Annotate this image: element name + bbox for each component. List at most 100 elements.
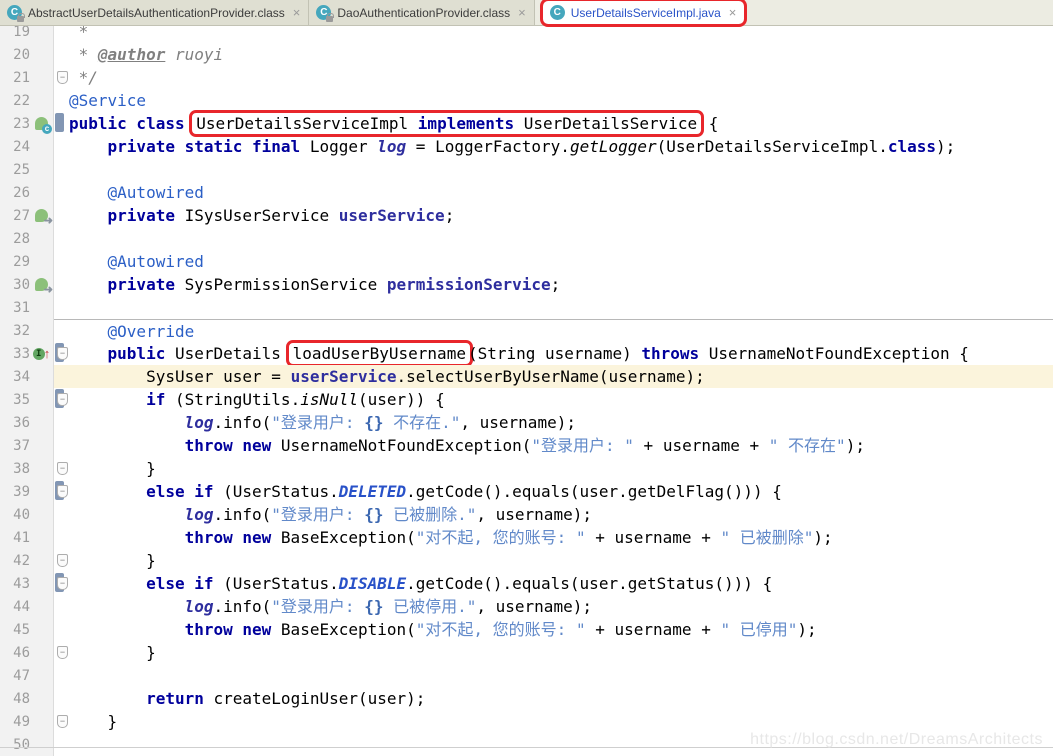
code-line-23[interactable]: 23 c public class UserDetailsServiceImpl i… (0, 110, 1053, 137)
tab-label: DaoAuthenticationProvider.class (337, 5, 511, 20)
code-editor[interactable]: 19 * 20 * @author ruoyi 21 − */22 @Service 23… (0, 26, 1053, 756)
line-number: 37 (13, 437, 30, 454)
code-text[interactable]: log.info("登录用户: {} 已被删除.", username); (69, 503, 1053, 526)
code-line-21[interactable]: 21 − */ (0, 66, 1053, 89)
fold-marker-icon[interactable]: − (57, 554, 68, 567)
code-line-48[interactable]: 48 return createLoginUser(user); (0, 687, 1053, 710)
fold-marker-icon[interactable]: − (57, 71, 68, 84)
fold-marker-icon[interactable]: − (57, 485, 68, 498)
line-number: 28 (13, 230, 30, 247)
code-line-33[interactable]: 33 I ↑ − public UserDetails loadUserByUsern… (0, 340, 1053, 367)
fold-marker-icon[interactable]: − (57, 462, 68, 475)
code-text[interactable]: throw new UsernameNotFoundException("登录用… (69, 434, 1053, 457)
code-text[interactable]: throw new BaseException("对不起, 您的账号: " + … (69, 526, 1053, 549)
code-text[interactable]: } (69, 549, 1053, 572)
code-line-49[interactable]: 49 − } (0, 710, 1053, 733)
gutter: 37 (0, 434, 54, 457)
code-line-34[interactable]: 34 SysUser user = userService.selectUser… (0, 365, 1053, 388)
code-line-31[interactable]: 31 (0, 296, 1053, 319)
line-number: 33 (13, 345, 30, 362)
code-line-20[interactable]: 20 * @author ruoyi (0, 43, 1053, 66)
tab-close-icon[interactable]: × (291, 6, 301, 19)
code-text[interactable] (69, 664, 1053, 687)
code-line-40[interactable]: 40 log.info("登录用户: {} 已被删除.", username); (0, 503, 1053, 526)
code-text[interactable]: log.info("登录用户: {} 已被停用.", username); (69, 595, 1053, 618)
code-text[interactable]: } (69, 710, 1053, 733)
code-line-25[interactable]: 25 (0, 158, 1053, 181)
fold-marker-icon[interactable]: − (57, 393, 68, 406)
code-line-45[interactable]: 45 throw new BaseException("对不起, 您的账号: "… (0, 618, 1053, 641)
code-line-19[interactable]: 19 * (0, 26, 1053, 43)
spring-bean-icon[interactable]: c (35, 117, 52, 134)
spring-autowired-icon[interactable]: ➜ (35, 209, 53, 227)
code-line-30[interactable]: 30 ➜ private SysPermissionService permiss… (0, 273, 1053, 296)
code-line-29[interactable]: 29 @Autowired (0, 250, 1053, 273)
fold-marker-icon[interactable]: − (57, 347, 68, 360)
fold-marker-icon[interactable]: − (57, 646, 68, 659)
line-number: 38 (13, 460, 30, 477)
code-text[interactable]: private static final Logger log = Logger… (69, 135, 1053, 158)
code-line-46[interactable]: 46 − } (0, 641, 1053, 664)
code-text[interactable]: @Override (69, 320, 1053, 342)
annotation-red-box: UserDetailsServiceImpl implements UserDe… (189, 110, 705, 137)
code-line-26[interactable]: 26 @Autowired (0, 181, 1053, 204)
spring-autowired-icon[interactable]: ➜ (35, 278, 53, 296)
tab-abstractuserdetailsauthenticationprovider-class[interactable]: C AbstractUserDetailsAuthenticationProvid… (0, 0, 310, 25)
code-line-39[interactable]: 39 − else if (UserStatus.DELETED.getCode(… (0, 480, 1053, 503)
gutter: 39 (0, 480, 54, 503)
code-text[interactable]: @Autowired (69, 181, 1053, 204)
class-file-icon: C (316, 5, 335, 22)
gutter: 21 (0, 66, 54, 89)
code-text[interactable]: SysUser user = userService.selectUserByU… (69, 365, 1053, 388)
code-text[interactable]: if (StringUtils.isNull(user)) { (69, 388, 1053, 411)
code-line-24[interactable]: 24 private static final Logger log = Log… (0, 135, 1053, 158)
code-text[interactable]: } (69, 457, 1053, 480)
code-line-28[interactable]: 28 (0, 227, 1053, 250)
override-method-icon[interactable]: I ↑ (32, 347, 50, 360)
line-number: 25 (13, 161, 30, 178)
code-text[interactable]: * (69, 26, 1053, 43)
code-text[interactable]: else if (UserStatus.DISABLE.getCode().eq… (69, 572, 1053, 595)
code-text[interactable] (69, 296, 1053, 319)
tab-close-icon[interactable]: × (727, 6, 737, 19)
code-text[interactable]: public class UserDetailsServiceImpl impl… (69, 110, 1053, 137)
line-number: 31 (13, 299, 30, 316)
code-text[interactable]: throw new BaseException("对不起, 您的账号: " + … (69, 618, 1053, 641)
line-number: 21 (13, 69, 30, 86)
fold-marker-icon[interactable]: − (57, 715, 68, 728)
line-number: 40 (13, 506, 30, 523)
code-text[interactable]: */ (69, 66, 1053, 89)
editor-tab-bar: C AbstractUserDetailsAuthenticationProvid… (0, 0, 1053, 26)
code-line-36[interactable]: 36 log.info("登录用户: {} 不存在.", username); (0, 411, 1053, 434)
code-line-43[interactable]: 43 − else if (UserStatus.DISABLE.getCode(… (0, 572, 1053, 595)
code-line-47[interactable]: 47 (0, 664, 1053, 687)
code-line-38[interactable]: 38 − } (0, 457, 1053, 480)
gutter: 43 (0, 572, 54, 595)
code-text[interactable]: return createLoginUser(user); (69, 687, 1053, 710)
tab-daoauthenticationprovider-class[interactable]: C DaoAuthenticationProvider.class × (309, 0, 535, 25)
code-line-41[interactable]: 41 throw new BaseException("对不起, 您的账号: "… (0, 526, 1053, 549)
code-text[interactable]: @Service (69, 89, 1053, 112)
code-text[interactable]: private ISysUserService userService; (69, 204, 1053, 227)
code-line-32[interactable]: 32 @Override (0, 319, 1053, 342)
code-line-37[interactable]: 37 throw new UsernameNotFoundException("… (0, 434, 1053, 457)
fold-marker-icon[interactable]: − (57, 577, 68, 590)
tab-userdetailsserviceimpl-java[interactable]: C UserDetailsServiceImpl.java × (542, 1, 745, 24)
code-line-22[interactable]: 22 @Service (0, 89, 1053, 112)
code-text[interactable]: @Autowired (69, 250, 1053, 273)
code-line-44[interactable]: 44 log.info("登录用户: {} 已被停用.", username); (0, 595, 1053, 618)
code-text[interactable] (69, 227, 1053, 250)
code-text[interactable]: * @author ruoyi (69, 43, 1053, 66)
code-line-27[interactable]: 27 ➜ private ISysUserService userService; (0, 204, 1053, 227)
code-text[interactable]: private SysPermissionService permissionS… (69, 273, 1053, 296)
code-text[interactable]: else if (UserStatus.DELETED.getCode().eq… (69, 480, 1053, 503)
code-text[interactable] (69, 158, 1053, 181)
code-text[interactable]: log.info("登录用户: {} 不存在.", username); (69, 411, 1053, 434)
code-text[interactable]: public UserDetails loadUserByUsername (St… (69, 340, 1053, 367)
code-text[interactable]: } (69, 641, 1053, 664)
code-line-42[interactable]: 42 − } (0, 549, 1053, 572)
code-line-35[interactable]: 35 − if (StringUtils.isNull(user)) { (0, 388, 1053, 411)
gutter: 36 (0, 411, 54, 434)
gutter: 47 (0, 664, 54, 687)
tab-close-icon[interactable]: × (516, 6, 526, 19)
